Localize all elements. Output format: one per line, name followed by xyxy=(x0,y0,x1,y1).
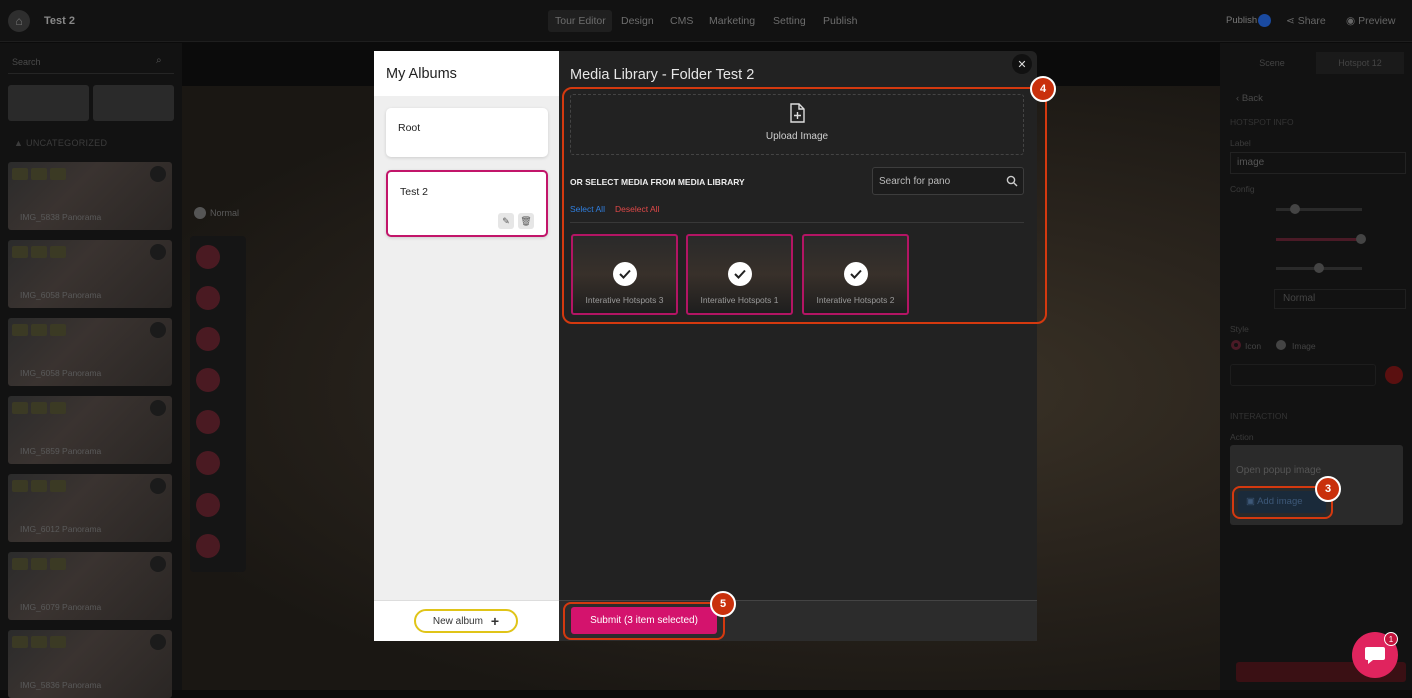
new-album-label: New album xyxy=(432,615,483,627)
annotation-ring-5 xyxy=(563,602,725,640)
album-item-root[interactable]: Root xyxy=(386,108,548,157)
scene-thumbnail[interactable]: IMG_6058 Panorama xyxy=(8,318,172,386)
preview-button[interactable]: ◉ Preview xyxy=(1346,15,1395,27)
home-icon[interactable]: ⌂ xyxy=(8,10,30,32)
normal-radio[interactable] xyxy=(194,207,206,219)
rotate-slider[interactable] xyxy=(1276,263,1362,273)
share-label: Share xyxy=(1297,15,1326,27)
image-radio[interactable] xyxy=(1276,340,1286,350)
image-tool-icon[interactable] xyxy=(196,327,220,351)
chevron-up-icon: ▲ xyxy=(14,138,27,148)
hotspot-toolbar xyxy=(190,236,246,572)
label-caption: Label xyxy=(1230,138,1251,148)
image-radio-label: Image xyxy=(1292,341,1316,351)
add-scene-button[interactable] xyxy=(8,85,89,121)
annotation-marker-3: 3 xyxy=(1315,476,1341,502)
tab-hotspot[interactable]: Hotspot 12 xyxy=(1316,52,1404,74)
preview-label: Preview xyxy=(1358,15,1396,27)
share-icon: ⋖ xyxy=(1286,15,1298,27)
location-tool-icon[interactable] xyxy=(196,245,220,269)
nav-marketing[interactable]: Marketing xyxy=(709,15,755,27)
icon-select[interactable] xyxy=(1230,364,1376,386)
color-swatch[interactable] xyxy=(1385,366,1403,384)
label-input[interactable]: image xyxy=(1230,152,1406,174)
nav-setting[interactable]: Setting xyxy=(773,15,806,27)
scene-thumbnail[interactable]: IMG_5836 Panorama xyxy=(8,630,172,698)
style-caption: Style xyxy=(1230,324,1249,334)
trash-icon[interactable]: 🗑 xyxy=(518,213,534,229)
action-value[interactable]: Open popup image xyxy=(1236,465,1321,476)
text-tool-icon[interactable] xyxy=(196,368,220,392)
more-icon[interactable] xyxy=(150,322,166,338)
opacity-slider[interactable] xyxy=(1276,234,1366,244)
more-icon[interactable] xyxy=(150,478,166,494)
icon-radio[interactable] xyxy=(1231,340,1241,350)
annotation-marker-4: 4 xyxy=(1030,76,1056,102)
scene-thumbnail[interactable]: IMG_6079 Panorama xyxy=(8,552,172,620)
project-title: Test 2 xyxy=(44,15,75,27)
annotation-marker-5: 5 xyxy=(710,591,736,617)
add-folder-button[interactable] xyxy=(93,85,174,121)
interaction-heading: INTERACTION xyxy=(1230,411,1288,421)
nav-publish[interactable]: Publish xyxy=(823,15,857,27)
hotspot-info-heading: HOTSPOT INFO xyxy=(1230,117,1294,127)
scene-thumbnail[interactable]: IMG_5859 Panorama xyxy=(8,396,172,464)
publish-toggle[interactable] xyxy=(1258,14,1271,27)
more-icon[interactable] xyxy=(150,634,166,650)
chat-icon xyxy=(1365,647,1385,664)
media-library-title: Media Library - Folder Test 2 xyxy=(570,67,755,83)
plus-icon: + xyxy=(490,613,500,629)
close-icon[interactable]: ✕ xyxy=(1012,54,1032,74)
more-icon[interactable] xyxy=(150,556,166,572)
more-icon[interactable] xyxy=(150,166,166,182)
annotation-ring-4 xyxy=(562,87,1047,324)
offset-select[interactable]: Normal xyxy=(1274,289,1406,309)
nav-tour-editor[interactable]: Tour Editor xyxy=(555,15,606,27)
nav-cms[interactable]: CMS xyxy=(670,15,693,27)
new-album-button[interactable]: New album + xyxy=(414,609,518,633)
scene-thumbnail[interactable]: IMG_6058 Panorama xyxy=(8,240,172,308)
scene-thumbnail[interactable]: IMG_5838 Panorama xyxy=(8,162,172,230)
media-tool-icon[interactable] xyxy=(196,286,220,310)
more-icon[interactable] xyxy=(150,400,166,416)
album-name: Test 2 xyxy=(400,186,429,198)
eye-icon: ◉ xyxy=(1346,15,1359,27)
album-name: Root xyxy=(398,122,421,134)
search-icon: ⌕ xyxy=(156,55,162,66)
back-button[interactable]: ‹ Back xyxy=(1236,93,1263,104)
publish-toggle-label: Publish xyxy=(1226,15,1258,26)
normal-label: Normal xyxy=(210,208,240,218)
action-caption: Action xyxy=(1230,432,1254,442)
size-slider[interactable] xyxy=(1276,204,1362,214)
link-tool-icon[interactable] xyxy=(196,493,220,517)
scene-search-input[interactable]: Search xyxy=(8,52,174,74)
albums-title: My Albums xyxy=(386,66,457,82)
video-tool-icon[interactable] xyxy=(196,410,220,434)
more-icon[interactable] xyxy=(150,244,166,260)
audio-tool-icon[interactable] xyxy=(196,451,220,475)
section-label: ▲ UNCATEGORIZED xyxy=(14,138,108,148)
share-button[interactable]: ⋖ Share xyxy=(1286,15,1326,27)
icon-radio-label: Icon xyxy=(1245,341,1262,351)
info-tool-icon[interactable] xyxy=(196,534,220,558)
config-caption: Config xyxy=(1230,184,1255,194)
edit-icon[interactable]: ✎ xyxy=(498,213,514,229)
tab-scene[interactable]: Scene xyxy=(1228,52,1316,74)
scene-thumbnail[interactable]: IMG_6012 Panorama xyxy=(8,474,172,542)
nav-design[interactable]: Design xyxy=(621,15,654,27)
album-item-test-2[interactable]: Test 2 ✎ 🗑 xyxy=(386,170,548,237)
top-bar xyxy=(0,0,1412,42)
chat-badge: 1 xyxy=(1384,632,1398,646)
